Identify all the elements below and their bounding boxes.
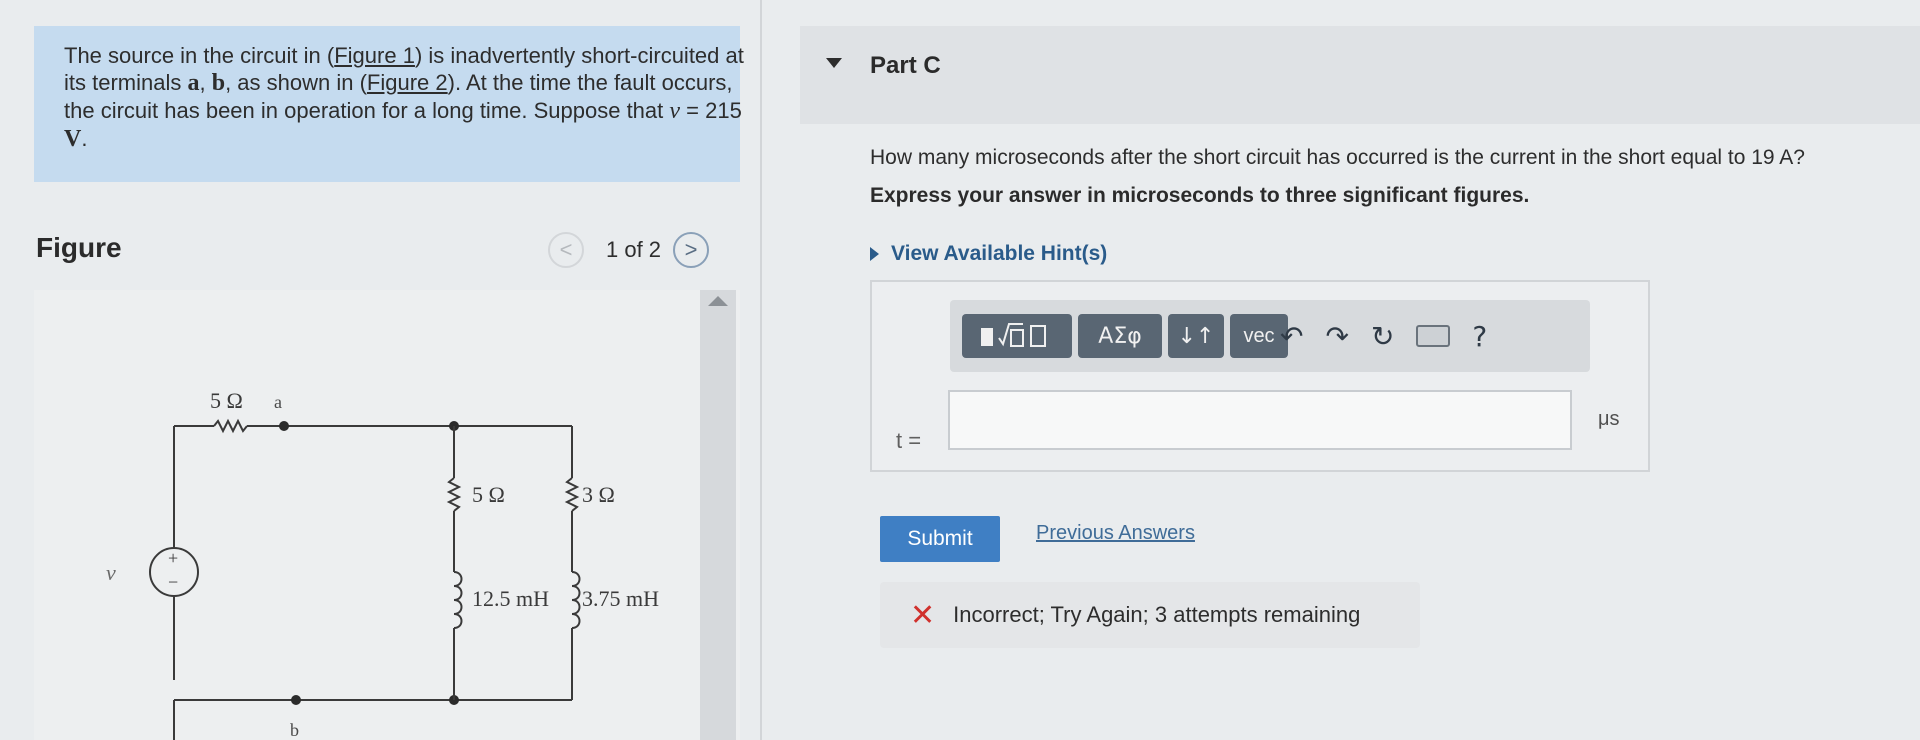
- circuit-diagram: + − v a b 5 Ω 5 Ω 12.5 mH 3 Ω 3.75 mH: [106, 388, 659, 740]
- terminal-a: a: [187, 70, 200, 96]
- source-minus-sign: −: [168, 572, 178, 592]
- undo-icon[interactable]: ↶: [1280, 320, 1303, 353]
- node-b-dot: [291, 695, 301, 705]
- view-hints-toggle[interactable]: View Available Hint(s): [870, 242, 1107, 266]
- toolbar-button-group: ΑΣφ ↓↑ vec: [962, 314, 1288, 358]
- figure-2-link[interactable]: Figure 2: [367, 70, 448, 95]
- figure-scrollbar[interactable]: [700, 290, 736, 740]
- problem-text-part: .: [81, 126, 88, 151]
- incorrect-x-icon: ✕: [910, 597, 936, 633]
- resistor-series: [213, 418, 248, 434]
- inductor-right-label: 3.75 mH: [582, 586, 659, 611]
- answer-input[interactable]: [948, 390, 1572, 450]
- problem-text-part: The source in the circuit in (: [64, 43, 335, 68]
- resistor-middle: [446, 477, 462, 512]
- var-v: v: [669, 98, 681, 124]
- help-icon[interactable]: ?: [1472, 320, 1487, 353]
- answer-variable-label: t =: [896, 428, 922, 453]
- problem-text: The source in the circuit in (Figure 1) …: [64, 42, 744, 153]
- math-toolbar: ΑΣφ ↓↑ vec ↶ ↷ ↻ ?: [950, 300, 1590, 372]
- scroll-up-arrow-icon[interactable]: [708, 296, 728, 306]
- node-a-dot: [279, 421, 289, 431]
- caret-right-icon: [870, 247, 879, 261]
- pager-count: 1 of 2: [606, 237, 662, 262]
- toolbar-icon-group: ↶ ↷ ↻ ?: [1280, 314, 1487, 358]
- templates-icon: [981, 323, 1046, 347]
- resistor-series-label: 5 Ω: [210, 388, 243, 413]
- hint-label[interactable]: View Available Hint(s): [891, 242, 1107, 266]
- terminal-b: b: [211, 70, 226, 96]
- instruction-text: Express your answer in microseconds to t…: [870, 184, 1530, 207]
- redo-icon[interactable]: ↷: [1325, 320, 1348, 353]
- templates-button[interactable]: [962, 314, 1072, 358]
- figure-pager: < 1 of 2 >: [548, 230, 724, 270]
- source-plus-sign: +: [168, 548, 178, 568]
- problem-text-part: = 215: [680, 98, 742, 123]
- resistor-right-label: 3 Ω: [582, 482, 615, 507]
- source-variable-label: v: [106, 560, 116, 585]
- keyboard-icon[interactable]: [1416, 325, 1451, 347]
- feedback-box: ✕ Incorrect; Try Again; 3 attempts remai…: [880, 582, 1420, 648]
- question-text: How many microseconds after the short ci…: [870, 146, 1805, 169]
- inductor-right: [571, 571, 581, 629]
- inductor-middle: [453, 571, 463, 629]
- column-divider: [760, 0, 762, 740]
- next-figure-button[interactable]: >: [673, 232, 710, 268]
- greek-symbols-button[interactable]: ΑΣφ: [1078, 314, 1162, 358]
- collapse-arrow-icon[interactable]: [826, 58, 842, 68]
- resistor-middle-label: 5 Ω: [472, 482, 505, 507]
- problem-text-part: , as shown in (: [225, 70, 367, 95]
- answer-unit: μs: [1598, 408, 1620, 430]
- problem-text-part: ,: [199, 70, 212, 95]
- unit-volts: V: [64, 126, 82, 152]
- prev-figure-button[interactable]: <: [548, 232, 584, 268]
- problem-statement-box: The source in the circuit in (Figure 1) …: [34, 26, 744, 182]
- feedback-text: Incorrect; Try Again; 3 attempts remaini…: [953, 602, 1361, 627]
- node-a-label: a: [274, 392, 282, 412]
- node-b-label: b: [290, 720, 299, 740]
- subscript-superscript-button[interactable]: ↓↑: [1168, 314, 1224, 358]
- inductor-middle-label: 12.5 mH: [472, 586, 549, 611]
- resistor-right: [564, 477, 580, 512]
- figure-1-link[interactable]: Figure 1: [334, 43, 415, 68]
- part-header[interactable]: [800, 26, 1920, 124]
- part-title[interactable]: Part C: [870, 52, 941, 80]
- previous-answers-link[interactable]: Previous Answers: [1036, 522, 1195, 545]
- figure-heading: Figure: [36, 232, 122, 263]
- reset-icon[interactable]: ↻: [1371, 320, 1394, 353]
- submit-button[interactable]: Submit: [880, 516, 1000, 562]
